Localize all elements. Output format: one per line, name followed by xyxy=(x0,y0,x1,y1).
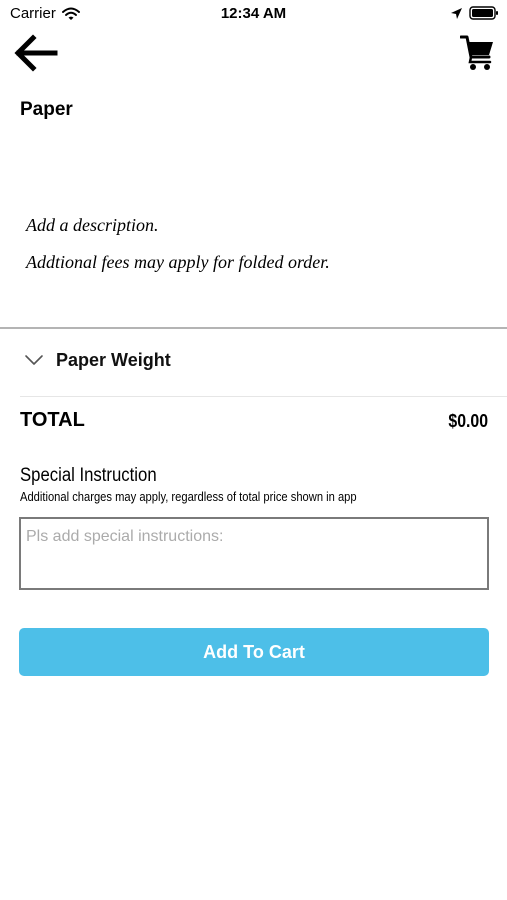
status-time: 12:34 AM xyxy=(220,5,287,22)
cart-button[interactable] xyxy=(459,33,496,73)
shopping-cart-icon xyxy=(459,35,493,70)
status-bar: Carrier 12:34 AM xyxy=(0,0,507,28)
option-divider xyxy=(20,396,507,397)
chevron-down-icon xyxy=(25,355,43,365)
paper-weight-label: Paper Weight xyxy=(56,350,171,370)
location-arrow-icon xyxy=(451,7,462,19)
status-right-icons xyxy=(450,6,499,20)
product-description-line: Add a description. xyxy=(26,215,159,235)
arrow-left-icon xyxy=(14,34,58,72)
special-instructions-input[interactable] xyxy=(19,517,489,590)
total-value: $0.00 xyxy=(448,411,488,431)
back-button[interactable] xyxy=(12,33,58,73)
special-instruction-title: Special Instruction xyxy=(20,465,157,486)
battery-icon xyxy=(469,6,498,20)
product-title: Paper xyxy=(20,99,73,120)
section-divider xyxy=(0,327,507,329)
add-to-cart-button[interactable]: Add To Cart xyxy=(19,628,489,676)
total-label: TOTAL xyxy=(20,409,85,431)
special-instruction-note: Additional charges may apply, regardless… xyxy=(20,489,357,504)
product-description-line: Addtional fees may apply for folded orde… xyxy=(26,252,330,272)
paper-weight-option[interactable]: Paper Weight xyxy=(0,330,507,396)
